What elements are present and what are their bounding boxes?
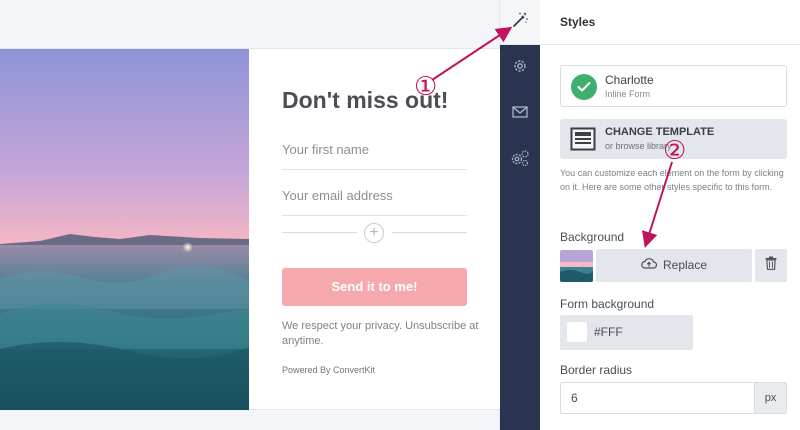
browse-library-label: or browse library (605, 141, 672, 151)
integrations-gear-icon (510, 149, 530, 172)
callout-1-number: ① (414, 72, 438, 102)
form-background-image[interactable] (0, 49, 249, 410)
replace-background-button[interactable]: Replace (596, 249, 752, 282)
check-icon (571, 74, 597, 100)
delete-background-button[interactable] (755, 249, 787, 282)
add-field-icon[interactable]: + (364, 223, 384, 243)
callout-2-number: ② (663, 136, 687, 166)
editor-icon-rail (500, 0, 540, 430)
form-background-color-picker[interactable]: #FFF (560, 315, 693, 350)
current-template-card[interactable]: Charlotte Inline Form (560, 65, 787, 107)
template-type: Inline Form (605, 89, 651, 99)
email-field[interactable]: Your email address (282, 186, 467, 216)
settings-tab[interactable] (500, 48, 540, 88)
border-radius-label: Border radius (560, 363, 633, 377)
magic-wand-icon (511, 11, 529, 34)
border-radius-input[interactable]: 6 (560, 382, 754, 414)
form-body: Don't miss out! Your first name Your ema… (249, 49, 500, 410)
border-radius-unit: px (754, 382, 787, 414)
divider-line (282, 232, 357, 233)
form-background-label: Form background (560, 297, 655, 311)
form-card[interactable]: Don't miss out! Your first name Your ema… (0, 49, 500, 410)
divider-line (392, 232, 467, 233)
email-tab[interactable] (500, 94, 540, 134)
envelope-icon (512, 105, 528, 124)
styles-panel: Styles Charlotte Inline Form CHANGE TEMP… (540, 0, 800, 430)
template-icon (570, 127, 596, 156)
panel-title: Styles (540, 0, 800, 45)
template-name: Charlotte (605, 73, 654, 87)
submit-button[interactable]: Send it to me! (282, 268, 467, 306)
add-field-row: + (282, 221, 467, 245)
privacy-text[interactable]: We respect your privacy. Unsubscribe at … (282, 319, 482, 349)
integrations-tab[interactable] (500, 140, 540, 180)
color-swatch (567, 322, 587, 342)
background-label: Background (560, 230, 625, 244)
form-preview-canvas: Don't miss out! Your first name Your ema… (0, 0, 500, 430)
background-thumbnail (560, 250, 593, 282)
gear-icon (512, 58, 528, 79)
replace-label: Replace (662, 258, 708, 272)
trash-icon (765, 256, 777, 275)
help-text: You can customize each element on the fo… (560, 168, 784, 192)
first-name-field[interactable]: Your first name (282, 140, 467, 170)
cloud-upload-icon (641, 249, 658, 282)
powered-by-text: Powered By ConvertKit (282, 365, 376, 375)
color-value: #FFF (594, 325, 623, 339)
styles-tab[interactable] (500, 0, 540, 45)
change-template-label: CHANGE TEMPLATE (605, 126, 715, 138)
